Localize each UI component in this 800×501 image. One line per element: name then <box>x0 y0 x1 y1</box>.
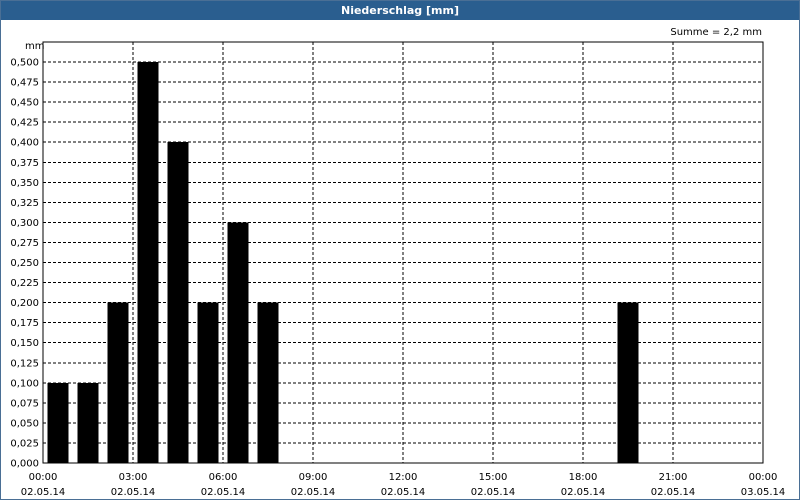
x-tick-date-label: 03.05.14 <box>741 487 786 498</box>
y-tick-label: 0,275 <box>10 238 39 249</box>
precipitation-bar <box>137 62 159 464</box>
y-tick-label: 0,125 <box>10 358 39 369</box>
y-tick-label: 0,450 <box>10 98 39 109</box>
y-tick-label: 0,250 <box>10 258 39 269</box>
x-tick-date-label: 02.05.14 <box>651 487 696 498</box>
precipitation-bar <box>197 302 219 463</box>
y-tick-label: 0,425 <box>10 118 39 129</box>
x-tick-time-label: 00:00 <box>29 472 58 483</box>
y-tick-label: 0,200 <box>10 298 39 309</box>
x-tick-date-label: 02.05.14 <box>381 487 426 498</box>
precipitation-bar <box>257 302 279 463</box>
y-tick-label: 0,325 <box>10 198 39 209</box>
x-tick-date-label: 02.05.14 <box>561 487 606 498</box>
precipitation-bar <box>167 142 189 463</box>
x-tick-time-label: 03:00 <box>119 472 148 483</box>
precipitation-bar <box>227 222 249 463</box>
x-tick-time-label: 18:00 <box>569 472 598 483</box>
precipitation-chart: 0,000 0,025 0,050 0,075 0,100 0,125 0,150 0,175… <box>10 41 786 498</box>
x-tick-time-label: 00:00 <box>749 472 778 483</box>
x-tick-time-label: 06:00 <box>209 472 238 483</box>
x-tick-date-label: 02.05.14 <box>201 487 246 498</box>
y-tick-label: 0,175 <box>10 318 39 329</box>
precipitation-bar <box>47 382 69 463</box>
precipitation-bar <box>77 382 99 463</box>
y-tick-label: 0,000 <box>10 459 39 470</box>
x-tick-date-label: 02.05.14 <box>291 487 336 498</box>
chart-window: Niederschlag [mm] Summe = 2,2 mm mm 0,00… <box>0 0 800 500</box>
y-tick-label: 0,300 <box>10 218 39 229</box>
y-tick-label: 0,350 <box>10 178 39 189</box>
x-tick-date-label: 02.05.14 <box>471 487 516 498</box>
y-tick-label: 0,100 <box>10 378 39 389</box>
y-tick-label: 0,475 <box>10 78 39 89</box>
x-tick-date-label: 02.05.14 <box>21 487 66 498</box>
y-tick-label: 0,225 <box>10 278 39 289</box>
precipitation-bar <box>617 302 639 463</box>
x-tick-time-label: 12:00 <box>389 472 418 483</box>
y-tick-label: 0,150 <box>10 338 39 349</box>
x-tick-time-label: 15:00 <box>479 472 508 483</box>
precipitation-bar <box>107 302 129 463</box>
x-tick-time-label: 21:00 <box>659 472 688 483</box>
y-tick-label: 0,025 <box>10 438 39 449</box>
y-tick-label: 0,500 <box>10 58 39 69</box>
x-tick-date-label: 02.05.14 <box>111 487 156 498</box>
x-tick-time-label: 09:00 <box>299 472 328 483</box>
y-tick-label: 0,050 <box>10 418 39 429</box>
y-tick-label: 0,375 <box>10 158 39 169</box>
y-tick-label: 0,075 <box>10 398 39 409</box>
y-tick-label: 0,400 <box>10 138 39 149</box>
